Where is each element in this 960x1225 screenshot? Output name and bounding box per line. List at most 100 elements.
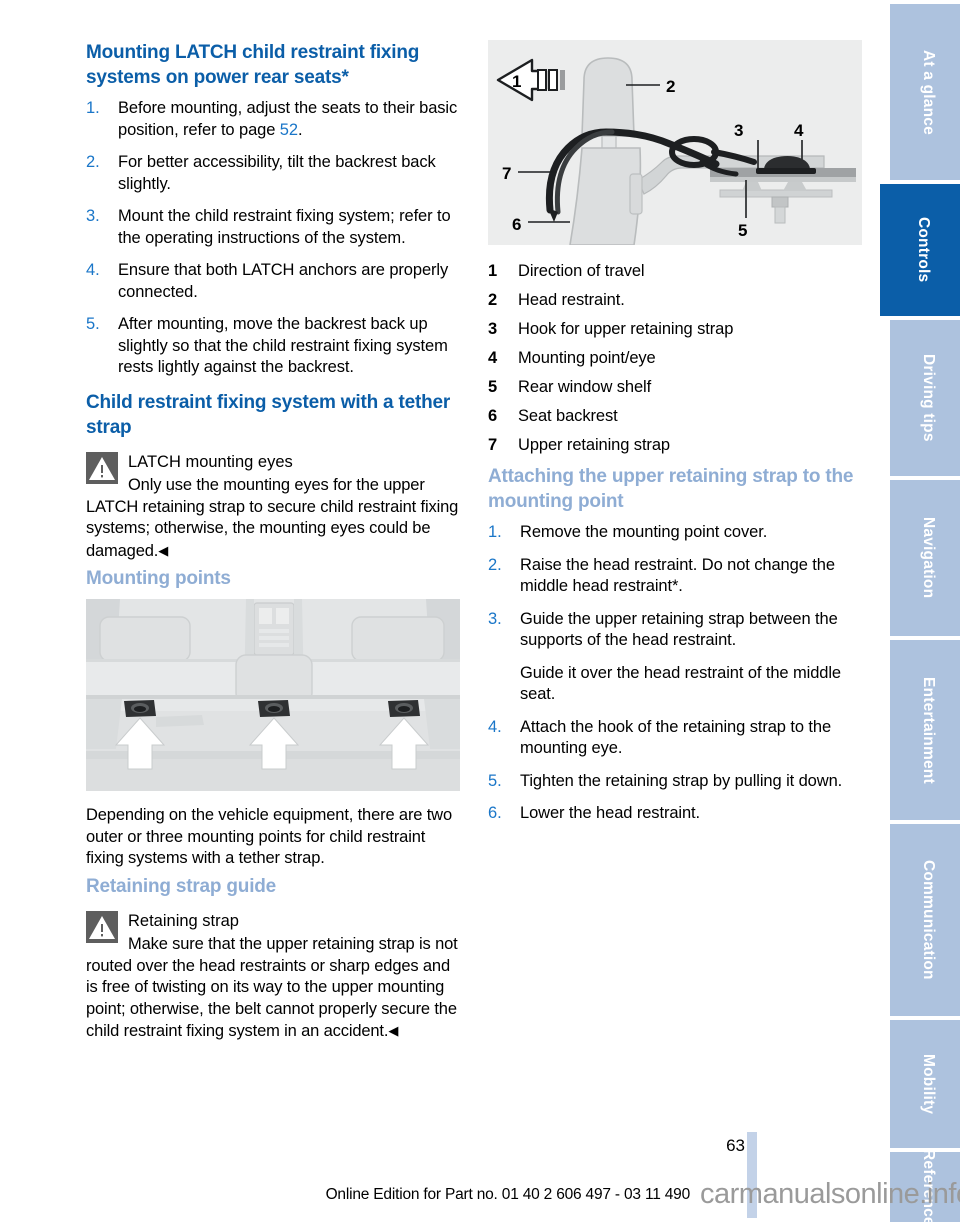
warning-body-text: Only use the mounting eyes for the upper… [86,476,459,560]
legend-label: Direction of travel [518,262,645,280]
legend-number: 4 [488,349,498,367]
warning-block-retaining-strap: Retaining strap Make sure that the upper… [86,910,460,1043]
page-number: 63 [726,1136,745,1155]
step-text: Mount the child restraint fixing system;… [118,207,451,247]
manual-page: Mounting LATCH child restraint fixing sy… [0,0,960,1225]
mounting-steps-list: 1. Before mounting, adjust the seats to t… [86,98,460,379]
list-item: 5. Tighten the retaining strap by pulling… [488,771,862,793]
list-marker: 2. [86,153,100,171]
list-item: 6. Lower the head restraint. [488,803,862,825]
legend-label: Rear window shelf [518,378,652,396]
legend-number: 1 [488,262,498,280]
tab-label: Controls [915,217,932,283]
warning-body: Make sure that the upper retaining strap… [86,934,460,1043]
step-text: After mounting, move the backrest back u… [118,315,448,376]
mounting-points-photo [86,599,460,791]
step-text-tail: . [297,120,303,139]
legend-label: Head restraint. [518,291,625,309]
list-item: 1. Before mounting, adjust the seats to t… [86,98,460,141]
warning-body: Only use the mounting eyes for the upper… [86,475,460,562]
legend-label: Upper retaining strap [518,436,670,454]
legend-number: 2 [488,291,498,309]
retaining-strap-diagram: 1 2 6 3 5 4 7 [488,40,862,245]
tab-entertainment[interactable]: Entertainment [890,640,960,820]
legend-number: 6 [488,407,498,425]
legend-label: Seat backrest [518,407,618,425]
list-marker: 4. [488,717,502,736]
tab-label: Entertainment [920,676,937,784]
svg-text:6: 6 [512,215,521,234]
step-subtext: Guide it over the head restraint of the … [520,663,842,704]
tab-label: At a glance [920,49,937,135]
list-item: 2. For better accessibility, tilt the bac… [86,152,460,195]
mounting-points-paragraph: Depending on the vehicle equipment, ther… [86,806,452,867]
list-item: 4. Attach the hook of the retaining strap… [488,717,862,760]
list-item: 5 Rear window shelf [488,377,862,398]
tab-communication[interactable]: Communication [890,824,960,1016]
legend-number: 7 [488,436,498,454]
legend-label: Mounting point/eye [518,349,656,367]
step-text: Raise the head restraint. Do not change … [520,555,835,596]
warning-block-latch-eyes: LATCH mounting eyes Only use the mountin… [86,451,460,563]
list-marker: 5. [488,771,502,790]
list-item: 2. Raise the head restraint. Do not chang… [488,555,862,598]
list-item: 2 Head restraint. [488,290,862,311]
list-item: 3 Hook for upper retaining strap [488,319,862,340]
svg-text:1: 1 [512,72,521,91]
tab-navigation[interactable]: Navigation [890,480,960,636]
list-item: 7 Upper retaining strap [488,435,862,456]
svg-text:7: 7 [502,164,511,183]
list-marker: 3. [86,207,100,225]
step-text: Ensure that both LATCH anchors are prope… [118,261,449,301]
list-item: 1. Remove the mounting point cover. [488,522,862,544]
diagram-legend: 1 Direction of travel 2 Head restraint. 3 H… [488,261,862,456]
list-item: 3. Guide the upper retaining strap betwee… [488,609,862,706]
warning-body-text: Make sure that the upper retaining strap… [86,935,458,1040]
list-item: 6 Seat backrest [488,406,862,427]
legend-number: 5 [488,378,498,396]
svg-text:3: 3 [734,121,743,140]
legend-label: Hook for upper retaining strap [518,320,734,338]
attaching-steps-list: 1. Remove the mounting point cover. 2. Rai… [488,522,862,825]
step-text: For better accessibility, tilt the backr… [118,153,436,193]
legend-number: 3 [488,320,498,338]
footer-note: Online Edition for Part no. 01 40 2 606 … [325,1186,691,1203]
list-marker: 5. [86,315,100,333]
tab-label: Driving tips [920,354,937,442]
warning-triangle-icon [86,910,118,943]
svg-text:5: 5 [738,221,747,240]
warning-end-mark: ◀ [158,542,169,558]
warning-title: Retaining strap [128,911,239,930]
right-column: 1 2 6 3 5 4 7 1 Direction of travel 2 He… [488,40,862,836]
list-item: 4. Ensure that both LATCH anchors are pro… [86,260,460,303]
tab-label: Mobility [920,1053,937,1115]
step-text: Remove the mounting point cover. [520,523,768,541]
watermark: carmanualsonline.info [700,1178,960,1210]
tab-driving-tips[interactable]: Driving tips [890,320,960,476]
list-item: 5. After mounting, move the backrest back… [86,314,460,379]
tab-controls[interactable]: Controls [880,184,960,316]
warning-end-mark: ◀ [388,1023,399,1038]
left-column: Mounting LATCH child restraint fixing sy… [86,40,460,1047]
step-text: Attach the hook of the retaining strap t… [520,717,832,758]
step-text: Lower the head restraint. [520,804,701,822]
list-marker: 2. [488,555,502,574]
svg-text:2: 2 [666,77,675,96]
tab-at-a-glance[interactable]: At a glance [890,4,960,180]
section-heading-mounting-points: Mounting points [86,568,231,589]
section-heading-attaching-strap: Attaching the upper retaining strap to t… [488,466,854,512]
page-reference-link[interactable]: 52 [280,121,298,139]
section-heading-retaining-strap-guide: Retaining strap guide [86,875,277,897]
list-marker: 1. [86,99,100,117]
list-marker: 1. [488,523,502,541]
warning-title: LATCH mounting eyes [128,452,293,471]
warning-triangle-icon [86,451,118,484]
list-marker: 3. [488,609,502,628]
tab-label: Communication [920,860,937,980]
step-text: Tighten the retaining strap by pulling i… [520,771,843,790]
list-item: 1 Direction of travel [488,261,862,282]
section-tab-strip: At a glance Controls Driving tips Naviga… [880,0,960,1225]
step-text: Guide the upper retaining strap between … [520,609,838,650]
list-marker: 6. [488,804,502,822]
tab-mobility[interactable]: Mobility [890,1020,960,1148]
